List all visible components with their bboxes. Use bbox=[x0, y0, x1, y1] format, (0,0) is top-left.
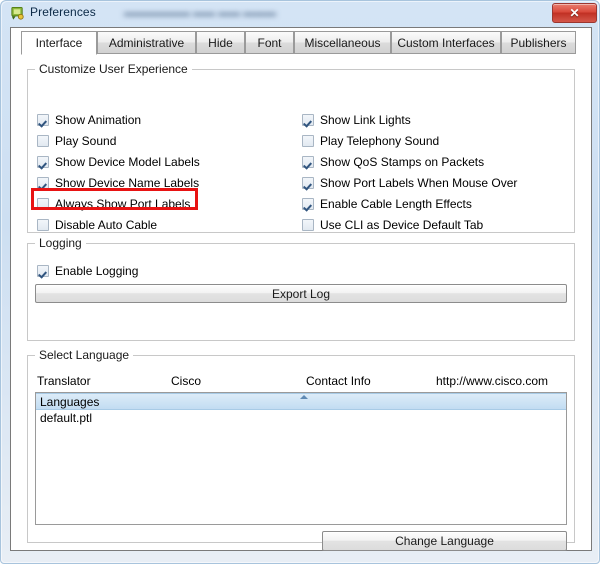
select-language-group-title: Select Language bbox=[35, 348, 134, 362]
close-icon: ✕ bbox=[569, 6, 580, 20]
checkbox-box-disable-auto-cable bbox=[37, 219, 49, 231]
checkbox-box-use-cli-as-device-default-tab bbox=[302, 219, 314, 231]
checkbox-disable-auto-cable[interactable]: Disable Auto Cable bbox=[37, 217, 157, 233]
list-item-label-languages: Languages bbox=[40, 394, 100, 409]
tab-font[interactable]: Font bbox=[245, 31, 294, 54]
checkbox-label-play-telephony-sound: Play Telephony Sound bbox=[320, 133, 440, 148]
checkbox-label-enable-logging: Enable Logging bbox=[55, 263, 139, 278]
checkbox-box-enable-logging bbox=[37, 265, 49, 277]
column-header-contact-info: Contact Info bbox=[306, 374, 371, 388]
checkbox-box-show-device-name-labels bbox=[37, 177, 49, 189]
tab-strip: Interface Administrative Hide Font Misce… bbox=[11, 31, 591, 55]
export-log-button[interactable]: Export Log bbox=[35, 284, 567, 303]
checkbox-box-enable-cable-length-effects bbox=[302, 198, 314, 210]
list-item-default-ptl[interactable]: default.ptl bbox=[36, 410, 566, 425]
checkbox-box-always-show-port-labels bbox=[37, 198, 49, 210]
checkbox-show-device-model-labels[interactable]: Show Device Model Labels bbox=[37, 154, 200, 170]
checkbox-show-device-name-labels[interactable]: Show Device Name Labels bbox=[37, 175, 199, 191]
language-listbox[interactable]: Languages default.ptl bbox=[35, 392, 567, 525]
tab-publishers[interactable]: Publishers bbox=[501, 31, 576, 54]
checkbox-label-show-device-model-labels: Show Device Model Labels bbox=[55, 154, 200, 169]
checkbox-enable-logging[interactable]: Enable Logging bbox=[37, 263, 138, 279]
window-title: Preferences bbox=[30, 5, 96, 19]
checkbox-label-use-cli-as-device-default-tab: Use CLI as Device Default Tab bbox=[320, 217, 484, 232]
checkbox-label-show-animation: Show Animation bbox=[55, 112, 142, 127]
checkbox-label-show-link-lights: Show Link Lights bbox=[320, 112, 411, 127]
client-area: Interface Administrative Hide Font Misce… bbox=[10, 27, 592, 551]
tab-miscellaneous[interactable]: Miscellaneous bbox=[294, 31, 391, 54]
checkbox-label-enable-cable-length-effects: Enable Cable Length Effects bbox=[320, 196, 472, 211]
column-header-translator: Translator bbox=[37, 374, 91, 388]
checkbox-play-telephony-sound[interactable]: Play Telephony Sound bbox=[302, 133, 439, 149]
tab-hide[interactable]: Hide bbox=[196, 31, 245, 54]
checkbox-label-show-device-name-labels: Show Device Name Labels bbox=[55, 175, 200, 190]
column-header-url: http://www.cisco.com bbox=[436, 374, 549, 388]
list-item-languages[interactable]: Languages bbox=[36, 393, 566, 410]
logging-group-title: Logging bbox=[35, 236, 86, 250]
checkbox-box-show-device-model-labels bbox=[37, 156, 49, 168]
preferences-window: Preferences ▬▬▬▬▬▬ ▬▬ ▬▬ ▬▬▬▬ ✕ Interfac… bbox=[0, 0, 600, 564]
customize-group-title: Customize User Experience bbox=[35, 62, 192, 76]
checkbox-box-play-sound bbox=[37, 135, 49, 147]
preferences-app-icon bbox=[11, 6, 24, 20]
list-item-label-default-ptl: default.ptl bbox=[40, 410, 93, 425]
checkbox-play-sound[interactable]: Play Sound bbox=[37, 133, 116, 149]
checkbox-always-show-port-labels[interactable]: Always Show Port Labels bbox=[37, 196, 190, 212]
sort-ascending-icon bbox=[300, 395, 308, 399]
checkbox-show-animation[interactable]: Show Animation bbox=[37, 112, 141, 128]
checkbox-label-show-qos-stamps-on-packets: Show QoS Stamps on Packets bbox=[320, 154, 485, 169]
checkbox-label-disable-auto-cable: Disable Auto Cable bbox=[55, 217, 158, 232]
checkbox-show-port-labels-when-mouse-over[interactable]: Show Port Labels When Mouse Over bbox=[302, 175, 517, 191]
tab-administrative[interactable]: Administrative bbox=[97, 31, 196, 54]
checkbox-box-show-qos-stamps-on-packets bbox=[302, 156, 314, 168]
checkbox-label-always-show-port-labels: Always Show Port Labels bbox=[55, 196, 191, 211]
interface-tab-panel: Customize User Experience Show Animation… bbox=[11, 54, 591, 551]
checkbox-box-show-link-lights bbox=[302, 114, 314, 126]
change-language-button[interactable]: Change Language bbox=[322, 531, 567, 551]
checkbox-label-play-sound: Play Sound bbox=[55, 133, 117, 148]
checkbox-enable-cable-length-effects[interactable]: Enable Cable Length Effects bbox=[302, 196, 472, 212]
tab-custom-interfaces[interactable]: Custom Interfaces bbox=[391, 31, 501, 54]
window-title-redacted: ▬▬▬▬▬▬ ▬▬ ▬▬ ▬▬▬▬ bbox=[124, 7, 276, 19]
tab-interface[interactable]: Interface bbox=[21, 31, 97, 55]
close-button[interactable]: ✕ bbox=[552, 3, 597, 23]
title-bar: Preferences ▬▬▬▬▬▬ ▬▬ ▬▬ ▬▬▬▬ ✕ bbox=[1, 1, 600, 26]
checkbox-box-play-telephony-sound bbox=[302, 135, 314, 147]
checkbox-show-link-lights[interactable]: Show Link Lights bbox=[302, 112, 411, 128]
checkbox-show-qos-stamps-on-packets[interactable]: Show QoS Stamps on Packets bbox=[302, 154, 484, 170]
checkbox-box-show-port-labels-when-mouse-over bbox=[302, 177, 314, 189]
checkbox-box-show-animation bbox=[37, 114, 49, 126]
checkbox-use-cli-as-device-default-tab[interactable]: Use CLI as Device Default Tab bbox=[302, 217, 483, 233]
column-header-vendor: Cisco bbox=[171, 374, 202, 388]
checkbox-label-show-port-labels-when-mouse-over: Show Port Labels When Mouse Over bbox=[320, 175, 518, 190]
